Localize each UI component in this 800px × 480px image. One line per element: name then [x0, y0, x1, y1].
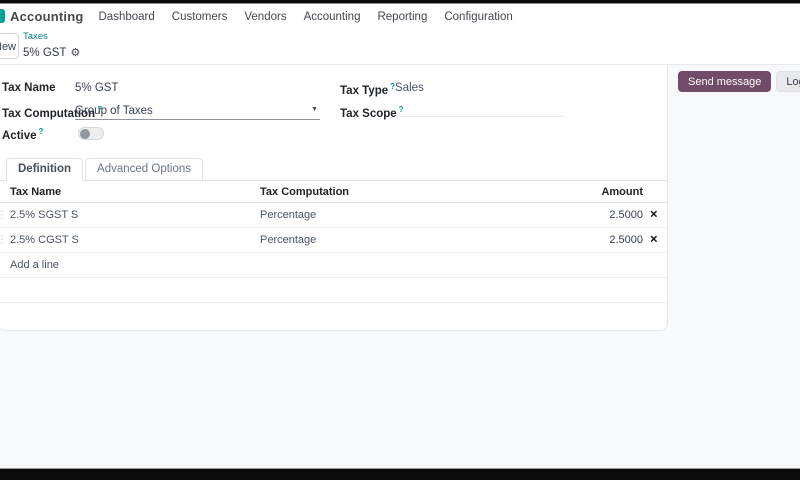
- col-tax-computation[interactable]: Tax Computation: [260, 186, 349, 198]
- help-icon[interactable]: ?: [39, 127, 44, 136]
- app-name[interactable]: Accounting: [10, 9, 84, 24]
- cell-tax-name[interactable]: 2.5% SGST S: [10, 209, 78, 221]
- chatter-toolbar: Send message Log note: [678, 71, 800, 92]
- bottom-black-bar: [0, 468, 800, 480]
- cell-amount[interactable]: 2.5000: [609, 234, 643, 246]
- add-a-line-link[interactable]: Add a line: [10, 259, 59, 271]
- log-note-button[interactable]: Log note: [776, 71, 800, 92]
- nav-item-accounting[interactable]: Accounting: [304, 11, 361, 23]
- control-panel: New Taxes 5% GST⚙: [0, 28, 800, 65]
- new-button[interactable]: New: [0, 33, 19, 59]
- cell-amount[interactable]: 2.5000: [609, 209, 643, 221]
- empty-row: [0, 303, 668, 331]
- cell-tax-name[interactable]: 2.5% CGST S: [10, 234, 79, 246]
- nav-item-vendors[interactable]: Vendors: [244, 11, 286, 23]
- tax-form-sheet: Tax Name 5% GST Tax Type? Sales Tax Comp…: [0, 65, 668, 331]
- nav-item-reporting[interactable]: Reporting: [377, 11, 427, 23]
- add-line-row: Add a line: [0, 253, 668, 278]
- tab-advanced-options[interactable]: Advanced Options: [85, 158, 204, 181]
- nav-item-customers[interactable]: Customers: [172, 11, 228, 23]
- table-header-row: Tax Name Tax Computation Amount: [0, 181, 668, 203]
- tab-definition[interactable]: Definition: [6, 158, 84, 181]
- send-message-button[interactable]: Send message: [678, 71, 772, 92]
- caret-down-icon: ▼: [311, 106, 318, 113]
- gear-icon[interactable]: ⚙: [70, 47, 80, 59]
- tax-lines-table: Tax Name Tax Computation Amount ⋮⋮ 2.5% …: [0, 181, 668, 331]
- col-amount[interactable]: Amount: [601, 186, 643, 198]
- nav-item-configuration[interactable]: Configuration: [444, 11, 512, 23]
- toggle-knob: [80, 128, 90, 139]
- breadcrumb-taxes-link[interactable]: Taxes: [23, 30, 80, 43]
- odoo-accounting-window: Accounting Dashboard Customers Vendors A…: [0, 0, 800, 480]
- active-label: Active?: [2, 127, 44, 142]
- tax-name-value[interactable]: 5% GST: [75, 82, 118, 94]
- notebook-tabs: Definition Advanced Options: [0, 158, 668, 181]
- tax-type-value[interactable]: Sales: [395, 82, 424, 94]
- tax-scope-field[interactable]: [395, 105, 565, 120]
- top-black-bar: [0, 0, 800, 4]
- tax-computation-select[interactable]: Group of Taxes ▼: [75, 105, 320, 120]
- delete-row-icon[interactable]: ✕: [650, 235, 658, 246]
- active-toggle[interactable]: [78, 127, 104, 140]
- tax-type-label: Tax Type?: [340, 82, 396, 97]
- accounting-app-icon[interactable]: [0, 9, 5, 23]
- main-navbar: Accounting Dashboard Customers Vendors A…: [0, 5, 800, 28]
- nav-menu-list: Dashboard Customers Vendors Accounting R…: [99, 11, 513, 23]
- tax-computation-field: Group of Taxes ▼: [75, 105, 320, 120]
- breadcrumb: Taxes 5% GST ⚙: [23, 30, 80, 61]
- delete-row-icon[interactable]: ✕: [650, 210, 658, 221]
- table-row[interactable]: ⋮⋮ 2.5% SGST S Percentage 2.5000 ✕: [0, 203, 668, 228]
- cell-tax-computation[interactable]: Percentage: [260, 234, 316, 246]
- breadcrumb-current-record: 5% GST: [23, 47, 67, 59]
- empty-row: [0, 278, 668, 303]
- table-row[interactable]: ⋮⋮ 2.5% CGST S Percentage 2.5000 ✕: [0, 228, 668, 253]
- tax-scope-value: [395, 105, 565, 117]
- tax-name-label: Tax Name: [2, 82, 56, 94]
- content-area: Tax Name 5% GST Tax Type? Sales Tax Comp…: [0, 65, 800, 468]
- col-tax-name[interactable]: Tax Name: [10, 186, 61, 198]
- cell-tax-computation[interactable]: Percentage: [260, 209, 316, 221]
- nav-item-dashboard[interactable]: Dashboard: [99, 11, 155, 23]
